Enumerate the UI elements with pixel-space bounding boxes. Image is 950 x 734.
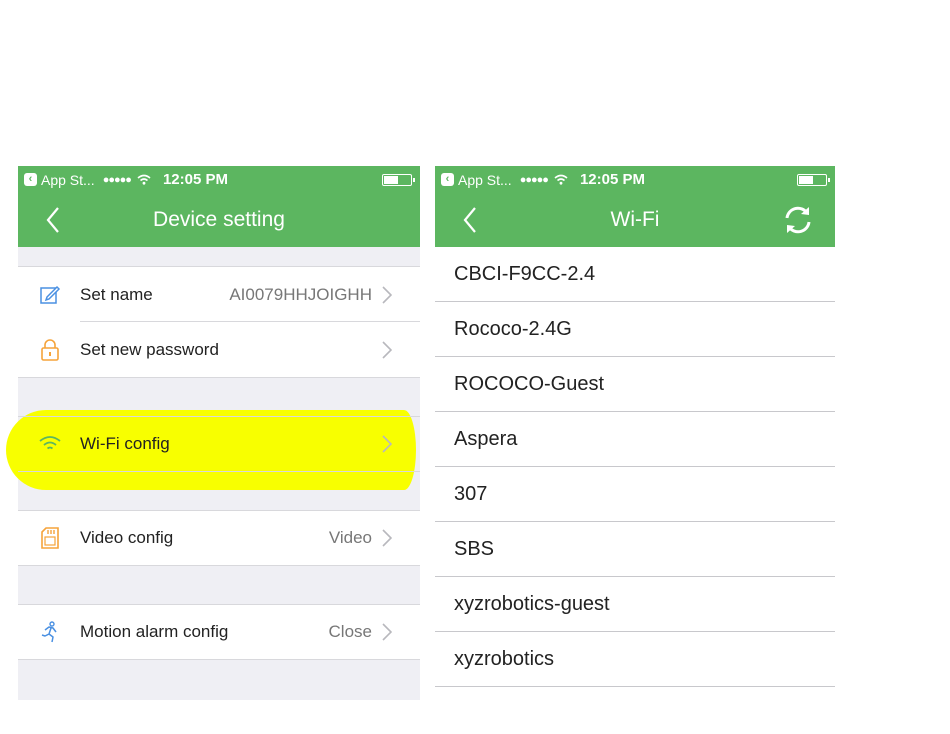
section-gap [18,566,420,604]
status-bar: ‹ App St... ●●●●● 12:05 PM [18,166,420,193]
set-name-row[interactable]: Set name AI0079HHJOIGHH [18,266,420,322]
back-to-app-link[interactable]: ‹ App St... [24,172,95,188]
back-app-icon: ‹ [24,173,37,186]
motion-alarm-label: Motion alarm config [80,622,229,641]
back-app-icon: ‹ [441,173,454,186]
nav-bar: Device setting [18,193,420,247]
wifi-config-label: Wi-Fi config [80,434,170,453]
page-title: Wi-Fi [610,208,660,231]
set-name-value: AI0079HHJOIGHH [229,284,372,304]
device-setting-screen: ‹ App St... ●●●●● 12:05 PM Device settin… [6,166,420,700]
wifi-network-item[interactable]: Aspera [435,412,835,467]
back-button[interactable] [459,206,483,234]
wifi-network-item[interactable]: xyzrobotics-guest [435,577,835,632]
set-password-row[interactable]: Set new password [18,322,420,378]
video-config-label: Video config [80,528,174,547]
wifi-network-item[interactable]: ROCOCO-Guest [435,357,835,412]
chevron-right-icon [382,529,406,547]
nav-bar: Wi-Fi [435,193,835,247]
wifi-network-item[interactable]: 307 [435,467,835,522]
motion-alarm-value: Close [328,622,372,641]
signal-strength-icon: ●●●●● [519,173,549,186]
wifi-network-item[interactable]: xyzrobotics [435,632,835,687]
wifi-network-list: CBCI-F9CC-2.4 Rococo-2.4G ROCOCO-Guest Aspe… [435,247,835,687]
page-title: Device setting [153,208,285,231]
motion-alarm-row[interactable]: Motion alarm config Close [18,604,420,660]
running-person-icon [18,621,80,643]
back-button[interactable] [42,206,66,234]
back-app-label: App St... [41,171,95,188]
wifi-status-icon [554,172,568,188]
video-config-value: Video [328,528,372,547]
wifi-icon [18,435,80,453]
status-bar: ‹ App St... ●●●●● 12:05 PM [435,166,835,193]
section-gap [18,247,420,266]
status-time: 12:05 PM [162,171,228,188]
battery-icon [797,174,830,186]
set-password-label: Set new password [80,339,219,359]
refresh-button[interactable] [781,204,815,236]
set-name-label: Set name [80,284,153,304]
video-config-row[interactable]: Video config Video [18,510,420,566]
lock-icon [18,338,80,361]
status-time: 12:05 PM [579,171,645,188]
chevron-left-icon [46,207,59,233]
wifi-network-item[interactable]: CBCI-F9CC-2.4 [435,247,835,302]
sd-card-icon [18,527,80,549]
edit-icon [18,285,80,305]
wifi-status-icon [137,172,151,188]
wifi-network-item[interactable]: Rococo-2.4G [435,302,835,357]
chevron-left-icon [463,207,476,233]
back-app-label: App St... [458,171,512,188]
wifi-list-screen: ‹ App St... ●●●●● 12:05 PM Wi-Fi CBCI-F9… [435,166,835,690]
back-to-app-link[interactable]: ‹ App St... [441,172,512,188]
chevron-right-icon [382,435,406,453]
battery-icon [382,174,415,186]
chevron-right-icon [382,623,406,641]
signal-strength-icon: ●●●●● [102,173,132,186]
wifi-config-row[interactable]: Wi-Fi config [18,416,420,472]
chevron-right-icon [382,285,406,304]
refresh-icon [785,206,811,234]
wifi-network-item[interactable]: SBS [435,522,835,577]
chevron-right-icon [382,340,406,359]
